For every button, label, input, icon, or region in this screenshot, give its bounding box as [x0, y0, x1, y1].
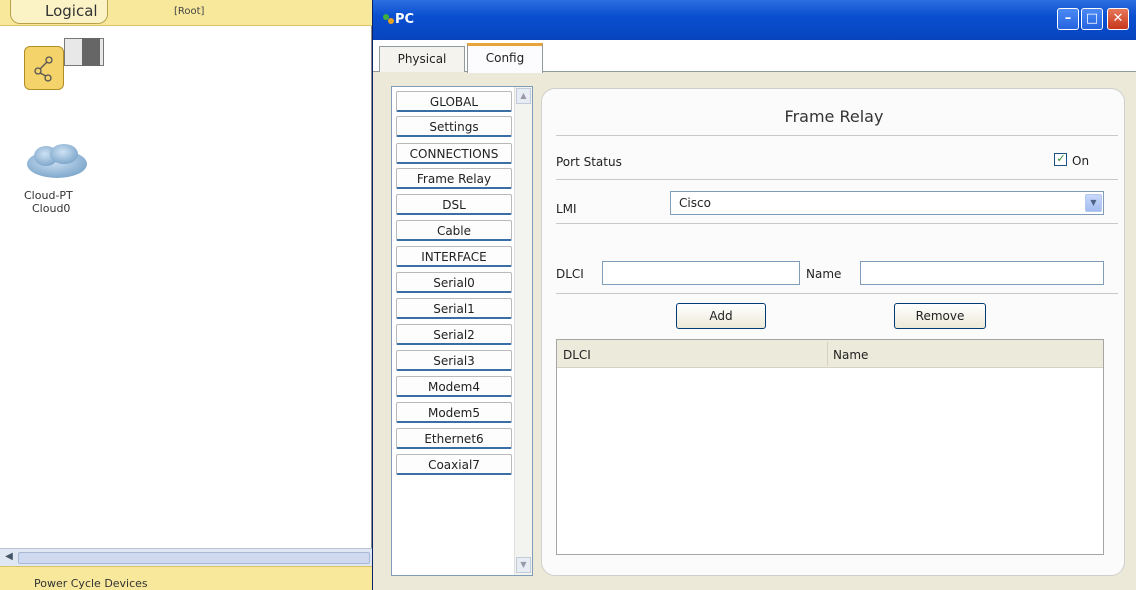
logical-workspace[interactable]: Logical [Root] Cloud-PT Cloud0 ◀ Power C… — [0, 0, 372, 590]
window-title: PC — [395, 12, 415, 27]
nav-item-settings[interactable]: Settings — [396, 116, 512, 137]
cluster-back-icon-shade — [82, 38, 100, 66]
lmi-selected-value: Cisco — [679, 196, 711, 210]
power-cycle-devices-button[interactable]: Power Cycle Devices — [34, 577, 148, 590]
device-type-label: Cloud-PT — [24, 189, 73, 202]
checkmark-icon: ✓ — [1056, 152, 1066, 165]
nav-item-global[interactable]: GLOBAL — [396, 91, 512, 112]
pc-config-window: PC – □ ✕ Physical Config GLOBAL Settings… — [372, 0, 1136, 590]
nav-item-modem4[interactable]: Modem4 — [396, 376, 512, 397]
root-location-label[interactable]: [Root] — [174, 6, 204, 17]
dlci-table[interactable]: DLCI Name — [556, 339, 1104, 555]
close-button[interactable]: ✕ — [1107, 8, 1129, 30]
status-bar: Power Cycle Devices — [0, 566, 372, 590]
nav-item-cable[interactable]: Cable — [396, 220, 512, 241]
nav-item-serial1[interactable]: Serial1 — [396, 298, 512, 319]
window-titlebar[interactable]: PC – □ ✕ — [373, 0, 1136, 40]
divider — [556, 179, 1118, 180]
minimize-button[interactable]: – — [1057, 8, 1079, 30]
nav-item-serial0[interactable]: Serial0 — [396, 272, 512, 293]
cloud-icon — [27, 144, 87, 178]
cloud-device[interactable] — [22, 140, 92, 185]
nav-item-connections[interactable]: CONNECTIONS — [396, 143, 512, 164]
dlci-label: DLCI — [556, 267, 584, 281]
port-on-checkbox[interactable]: ✓ — [1054, 152, 1067, 166]
maximize-icon: □ — [1085, 11, 1099, 26]
table-header: DLCI Name — [557, 340, 1103, 368]
divider — [556, 135, 1118, 136]
column-header-dlci[interactable]: DLCI — [563, 348, 591, 362]
tab-physical[interactable]: Physical — [379, 46, 465, 72]
workspace-toolbar: Logical [Root] — [0, 0, 372, 26]
panel-title: Frame Relay — [784, 107, 884, 126]
nav-item-frame-relay[interactable]: Frame Relay — [396, 168, 512, 189]
horizontal-scrollbar[interactable]: ◀ — [0, 548, 372, 566]
port-status-label: Port Status — [556, 155, 622, 169]
scroll-up-arrow-icon[interactable]: ▲ — [516, 88, 531, 104]
lmi-label: LMI — [556, 202, 577, 216]
nav-item-dsl[interactable]: DSL — [396, 194, 512, 215]
divider — [556, 293, 1118, 294]
navigation-button[interactable] — [24, 46, 64, 90]
scroll-down-arrow-icon[interactable]: ▼ — [516, 557, 531, 573]
nav-item-ethernet6[interactable]: Ethernet6 — [396, 428, 512, 449]
config-nav-list: GLOBAL Settings CONNECTIONS Frame Relay … — [391, 86, 533, 576]
device-name-label: Cloud0 — [32, 202, 71, 215]
column-header-name[interactable]: Name — [833, 348, 868, 362]
divider — [556, 223, 1118, 224]
nav-item-interface[interactable]: INTERFACE — [396, 246, 512, 267]
chevron-down-icon[interactable]: ▼ — [1085, 194, 1102, 212]
name-input[interactable] — [860, 261, 1104, 285]
nav-scrollbar[interactable]: ▲ ▼ — [514, 87, 532, 575]
tab-strip: Physical Config — [373, 40, 1136, 73]
nav-item-serial2[interactable]: Serial2 — [396, 324, 512, 345]
lmi-select[interactable]: Cisco ▼ — [670, 191, 1104, 215]
nav-item-modem5[interactable]: Modem5 — [396, 402, 512, 423]
network-tree-icon — [34, 56, 53, 82]
scroll-left-arrow-icon[interactable]: ◀ — [2, 551, 16, 565]
minimize-icon: – — [1064, 11, 1072, 26]
port-on-label: On — [1072, 154, 1090, 168]
scrollbar-thumb[interactable] — [18, 552, 370, 564]
logical-tab[interactable]: Logical — [10, 0, 108, 24]
close-icon: ✕ — [1112, 11, 1124, 26]
nav-item-coaxial7[interactable]: Coaxial7 — [396, 454, 512, 475]
maximize-button[interactable]: □ — [1081, 8, 1103, 30]
add-button[interactable]: Add — [676, 303, 766, 329]
frame-relay-panel: Frame Relay Port Status ✓ On LMI Cisco ▼… — [541, 88, 1125, 576]
nav-item-serial3[interactable]: Serial3 — [396, 350, 512, 371]
logical-title: Logical — [45, 2, 98, 20]
dlci-input[interactable] — [602, 261, 800, 285]
pc-app-icon — [383, 14, 394, 24]
name-label: Name — [806, 267, 842, 281]
tab-config[interactable]: Config — [467, 43, 543, 73]
column-separator[interactable] — [827, 342, 828, 366]
remove-button[interactable]: Remove — [894, 303, 986, 329]
